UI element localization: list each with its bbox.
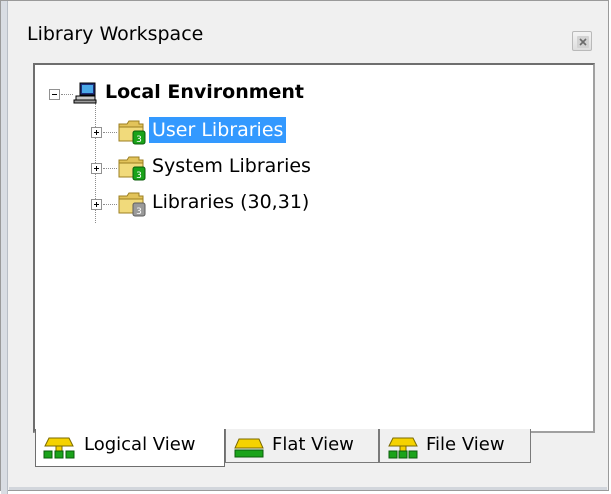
close-icon: [577, 36, 589, 48]
expand-toggle[interactable]: [91, 163, 102, 174]
folder-green-database-icon: 3: [118, 156, 146, 181]
library-tree[interactable]: Local Environment 3 User Libraries 3 Sys…: [33, 63, 595, 433]
view-tabs: Logical View Flat View File View: [35, 429, 595, 469]
folder-green-database-icon: 3: [118, 120, 146, 145]
window-title: Library Workspace: [27, 23, 204, 45]
expand-toggle[interactable]: [91, 199, 102, 210]
tab-file-view[interactable]: File View: [379, 429, 531, 463]
tab-logical-view[interactable]: Logical View: [35, 429, 225, 467]
svg-text:3: 3: [136, 135, 142, 145]
tree-node-local-environment[interactable]: Local Environment: [43, 79, 443, 109]
status-strip: [9, 487, 607, 490]
expand-toggle[interactable]: [91, 127, 102, 138]
tab-label: Flat View: [272, 434, 354, 455]
tree-node-label: User Libraries: [149, 117, 287, 143]
library-workspace-window: Library Workspace Local Environment 3 Us…: [0, 0, 609, 494]
tree-node-label: Local Environment: [105, 81, 305, 103]
tree-node-system-libraries[interactable]: 3 System Libraries: [43, 153, 443, 183]
tab-flat-view[interactable]: Flat View: [225, 429, 379, 463]
computer-icon: [73, 82, 97, 104]
tree-node-libraries-30-31[interactable]: 3 Libraries (30,31): [43, 189, 443, 219]
tab-label: Logical View: [84, 434, 196, 455]
tree-node-label: Libraries (30,31): [152, 191, 310, 213]
svg-text:3: 3: [136, 171, 142, 181]
folder-gray-database-icon: 3: [118, 192, 146, 217]
svg-text:3: 3: [136, 207, 142, 217]
tab-label: File View: [426, 434, 505, 455]
title-bar: Library Workspace: [9, 7, 607, 63]
tree-node-label: System Libraries: [152, 155, 311, 177]
tree-node-user-libraries[interactable]: 3 User Libraries: [43, 117, 443, 147]
logical-view-icon: [43, 437, 75, 459]
window-edge: [1, 1, 8, 494]
flat-view-icon: [234, 438, 264, 458]
close-button[interactable]: [572, 31, 592, 51]
collapse-toggle[interactable]: [49, 89, 60, 100]
file-view-icon: [388, 437, 418, 459]
